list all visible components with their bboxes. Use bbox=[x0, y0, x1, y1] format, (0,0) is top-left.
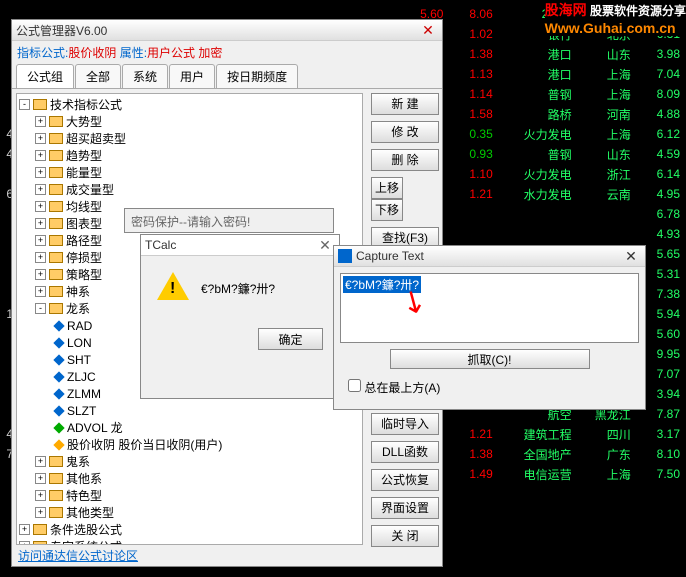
tree-node[interactable]: +专家系统公式 bbox=[19, 538, 360, 545]
folder-icon bbox=[49, 235, 63, 246]
tcalc-title: TCalc bbox=[145, 238, 315, 252]
tab-4[interactable]: 按日期频度 bbox=[216, 64, 298, 88]
tree-node[interactable]: +能量型 bbox=[19, 164, 360, 181]
expand-icon[interactable]: + bbox=[35, 490, 46, 501]
diamond-icon bbox=[53, 354, 64, 365]
window-title: 公式管理器V6.00 bbox=[16, 22, 418, 39]
diamond-icon bbox=[53, 371, 64, 382]
diamond-icon bbox=[53, 337, 64, 348]
folder-icon bbox=[49, 201, 63, 212]
folder-icon bbox=[49, 490, 63, 501]
brand-url: Www.Guhai.com.cn bbox=[545, 20, 676, 36]
tcalc-message: €?bM?鐮?卅? bbox=[201, 280, 275, 297]
dll-button[interactable]: DLL函数 bbox=[371, 441, 439, 463]
tab-0[interactable]: 公式组 bbox=[16, 64, 74, 88]
tree-node[interactable]: +鬼系 bbox=[19, 453, 360, 470]
expand-icon[interactable]: + bbox=[35, 252, 46, 263]
tree-node[interactable]: -技术指标公式 bbox=[19, 96, 360, 113]
forum-link[interactable]: 访问通达信公式讨论区 bbox=[18, 547, 138, 564]
expand-icon[interactable]: + bbox=[35, 473, 46, 484]
tcalc-dialog: TCalc ✕ ! €?bM?鐮?卅? 确定 bbox=[140, 234, 340, 399]
ok-button[interactable]: 确定 bbox=[258, 328, 323, 350]
folder-icon bbox=[49, 218, 63, 229]
expand-icon[interactable]: + bbox=[35, 218, 46, 229]
expand-icon[interactable]: + bbox=[35, 269, 46, 280]
password-prompt: 密码保护--请输入密码! bbox=[124, 208, 334, 233]
tree-node[interactable]: +大势型 bbox=[19, 113, 360, 130]
delete-button[interactable]: 删 除 bbox=[371, 149, 439, 171]
folder-icon bbox=[49, 269, 63, 280]
folder-icon bbox=[49, 133, 63, 144]
close-icon[interactable]: ✕ bbox=[315, 237, 335, 254]
password-label: 密码保护--请输入密码! bbox=[131, 215, 250, 229]
expand-icon[interactable]: + bbox=[35, 286, 46, 297]
folder-icon bbox=[49, 456, 63, 467]
folder-icon bbox=[49, 252, 63, 263]
ui-settings-button[interactable]: 界面设置 bbox=[371, 497, 439, 519]
expand-icon[interactable]: + bbox=[35, 150, 46, 161]
expand-icon[interactable]: + bbox=[35, 133, 46, 144]
expand-icon[interactable]: + bbox=[35, 235, 46, 246]
diamond-icon bbox=[53, 388, 64, 399]
grab-button[interactable]: 抓取(C)! bbox=[390, 349, 590, 369]
diamond-icon bbox=[53, 320, 64, 331]
folder-icon bbox=[49, 303, 63, 314]
close-button[interactable]: 关 闭 bbox=[371, 525, 439, 547]
expand-icon[interactable]: - bbox=[19, 99, 30, 110]
capture-title: Capture Text bbox=[356, 249, 621, 263]
folder-icon bbox=[33, 99, 47, 110]
folder-icon bbox=[49, 184, 63, 195]
restore-button[interactable]: 公式恢复 bbox=[371, 469, 439, 491]
folder-icon bbox=[49, 507, 63, 518]
app-icon bbox=[338, 249, 352, 263]
expand-icon[interactable]: + bbox=[35, 507, 46, 518]
tree-node[interactable]: +趋势型 bbox=[19, 147, 360, 164]
close-icon[interactable]: ✕ bbox=[418, 22, 438, 39]
tree-node[interactable]: SLZT bbox=[19, 402, 360, 419]
capture-text-area[interactable]: €?bM?鐮?卅? ↘ bbox=[340, 273, 639, 343]
expand-icon[interactable]: + bbox=[35, 184, 46, 195]
warning-icon: ! bbox=[157, 272, 189, 304]
expand-icon[interactable]: + bbox=[35, 201, 46, 212]
tab-1[interactable]: 全部 bbox=[75, 64, 121, 88]
expand-icon[interactable]: + bbox=[35, 116, 46, 127]
expand-icon[interactable]: + bbox=[19, 541, 30, 545]
tree-node[interactable]: +成交量型 bbox=[19, 181, 360, 198]
folder-icon bbox=[49, 473, 63, 484]
import-button[interactable]: 临时导入 bbox=[371, 413, 439, 435]
new-button[interactable]: 新 建 bbox=[371, 93, 439, 115]
move-up-button[interactable]: 上移 bbox=[371, 177, 403, 199]
capture-text-window: Capture Text ✕ €?bM?鐮?卅? ↘ 抓取(C)! 总在最上方(… bbox=[333, 245, 646, 410]
brand-tagline: 股票软件资源分享 bbox=[590, 4, 686, 18]
folder-icon bbox=[49, 150, 63, 161]
tree-node[interactable]: +超买超卖型 bbox=[19, 130, 360, 147]
tree-node[interactable]: +其他系 bbox=[19, 470, 360, 487]
folder-icon bbox=[49, 167, 63, 178]
folder-icon bbox=[49, 116, 63, 127]
tree-node[interactable]: +特色型 bbox=[19, 487, 360, 504]
always-on-top-checkbox[interactable] bbox=[348, 379, 361, 392]
diamond-icon bbox=[53, 422, 64, 433]
close-icon[interactable]: ✕ bbox=[621, 248, 641, 265]
subtitle-bar: 指标公式:股价收阴 属性:用户公式 加密 bbox=[12, 41, 442, 64]
folder-icon bbox=[33, 524, 47, 535]
tab-2[interactable]: 系统 bbox=[122, 64, 168, 88]
tree-node[interactable]: 股价收阴 股价当日收阴(用户) bbox=[19, 436, 360, 453]
expand-icon[interactable]: + bbox=[35, 167, 46, 178]
diamond-icon bbox=[53, 439, 64, 450]
expand-icon[interactable]: + bbox=[35, 456, 46, 467]
always-on-top-label: 总在最上方(A) bbox=[364, 381, 440, 395]
expand-icon[interactable]: + bbox=[19, 524, 30, 535]
tree-node[interactable]: +其他类型 bbox=[19, 504, 360, 521]
brand-name: 股海网 bbox=[545, 2, 587, 18]
diamond-icon bbox=[53, 405, 64, 416]
tree-node[interactable]: ADVOL 龙 bbox=[19, 419, 360, 436]
modify-button[interactable]: 修 改 bbox=[371, 121, 439, 143]
expand-icon[interactable]: - bbox=[35, 303, 46, 314]
tab-3[interactable]: 用户 bbox=[169, 64, 215, 88]
tree-node[interactable]: +条件选股公式 bbox=[19, 521, 360, 538]
move-down-button[interactable]: 下移 bbox=[371, 199, 403, 221]
folder-icon bbox=[49, 286, 63, 297]
folder-icon bbox=[33, 541, 47, 545]
